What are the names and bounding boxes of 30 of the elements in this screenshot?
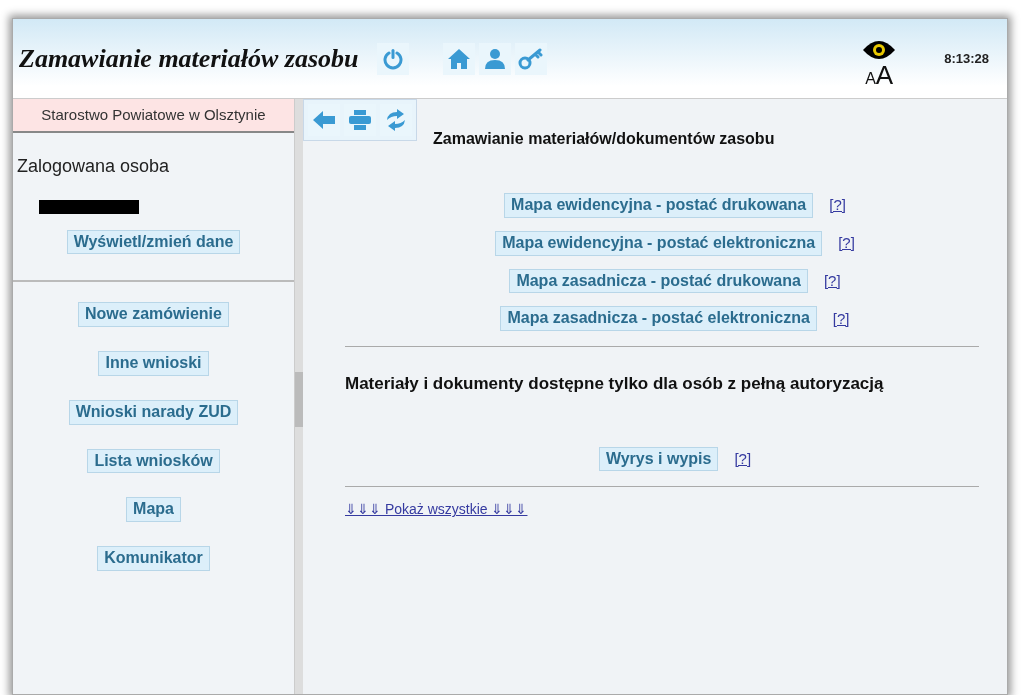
home-icon[interactable] [442, 42, 475, 75]
menu-button[interactable]: Mapa [126, 497, 181, 523]
help-link[interactable]: [?] [832, 307, 850, 331]
clock-text: 8:13:28 [944, 49, 989, 68]
menu-button[interactable]: Nowe zamówienie [78, 302, 229, 328]
logged-in-label: Zalogowana osoba [17, 154, 170, 178]
option-button[interactable]: Mapa zasadnicza - postać drukowana [509, 268, 808, 294]
app-title: Zamawianie materiałów zasobu [19, 43, 359, 75]
help-link[interactable]: [?] [838, 231, 855, 255]
user-icon[interactable] [478, 42, 511, 75]
help-link[interactable]: [?] [734, 447, 752, 471]
option-button[interactable]: Mapa ewidencyjna - postać drukowana [504, 193, 814, 218]
help-link[interactable]: [?] [829, 194, 846, 217]
key-icon[interactable] [514, 42, 547, 75]
menu-button[interactable]: Lista wniosków [87, 448, 220, 474]
option-button[interactable]: Mapa zasadnicza - postać elektroniczna [500, 306, 817, 332]
office-name: Starostwo Powiatowe w Olsztynie [13, 99, 294, 133]
power-icon[interactable] [376, 42, 409, 75]
page-heading: Zamawianie materiałów/dokumentów zasobu [433, 129, 775, 149]
section-heading: Materiały i dokumenty dostępne tylko dla osób z pełną autoryzacją [345, 373, 885, 396]
option-button[interactable]: Mapa ewidencyjna - postać elektroniczna [495, 230, 823, 256]
option-button[interactable]: Wyrys i wypis [598, 446, 719, 472]
profile-button[interactable]: Wyświetl/zmień dane [66, 229, 241, 255]
menu-button[interactable]: Wnioski narady ZUD [68, 399, 239, 425]
menu-button[interactable]: Komunikator [97, 546, 210, 572]
scrollbar-thumb[interactable] [295, 372, 303, 427]
menu-button[interactable]: Inne wnioski [98, 351, 209, 376]
show-all-link[interactable]: ⇓⇓⇓ Pokaż wszystkie ⇓⇓⇓ [345, 499, 528, 521]
font-size-toggle[interactable]: AA [865, 61, 894, 88]
help-link[interactable]: [?] [823, 269, 841, 293]
